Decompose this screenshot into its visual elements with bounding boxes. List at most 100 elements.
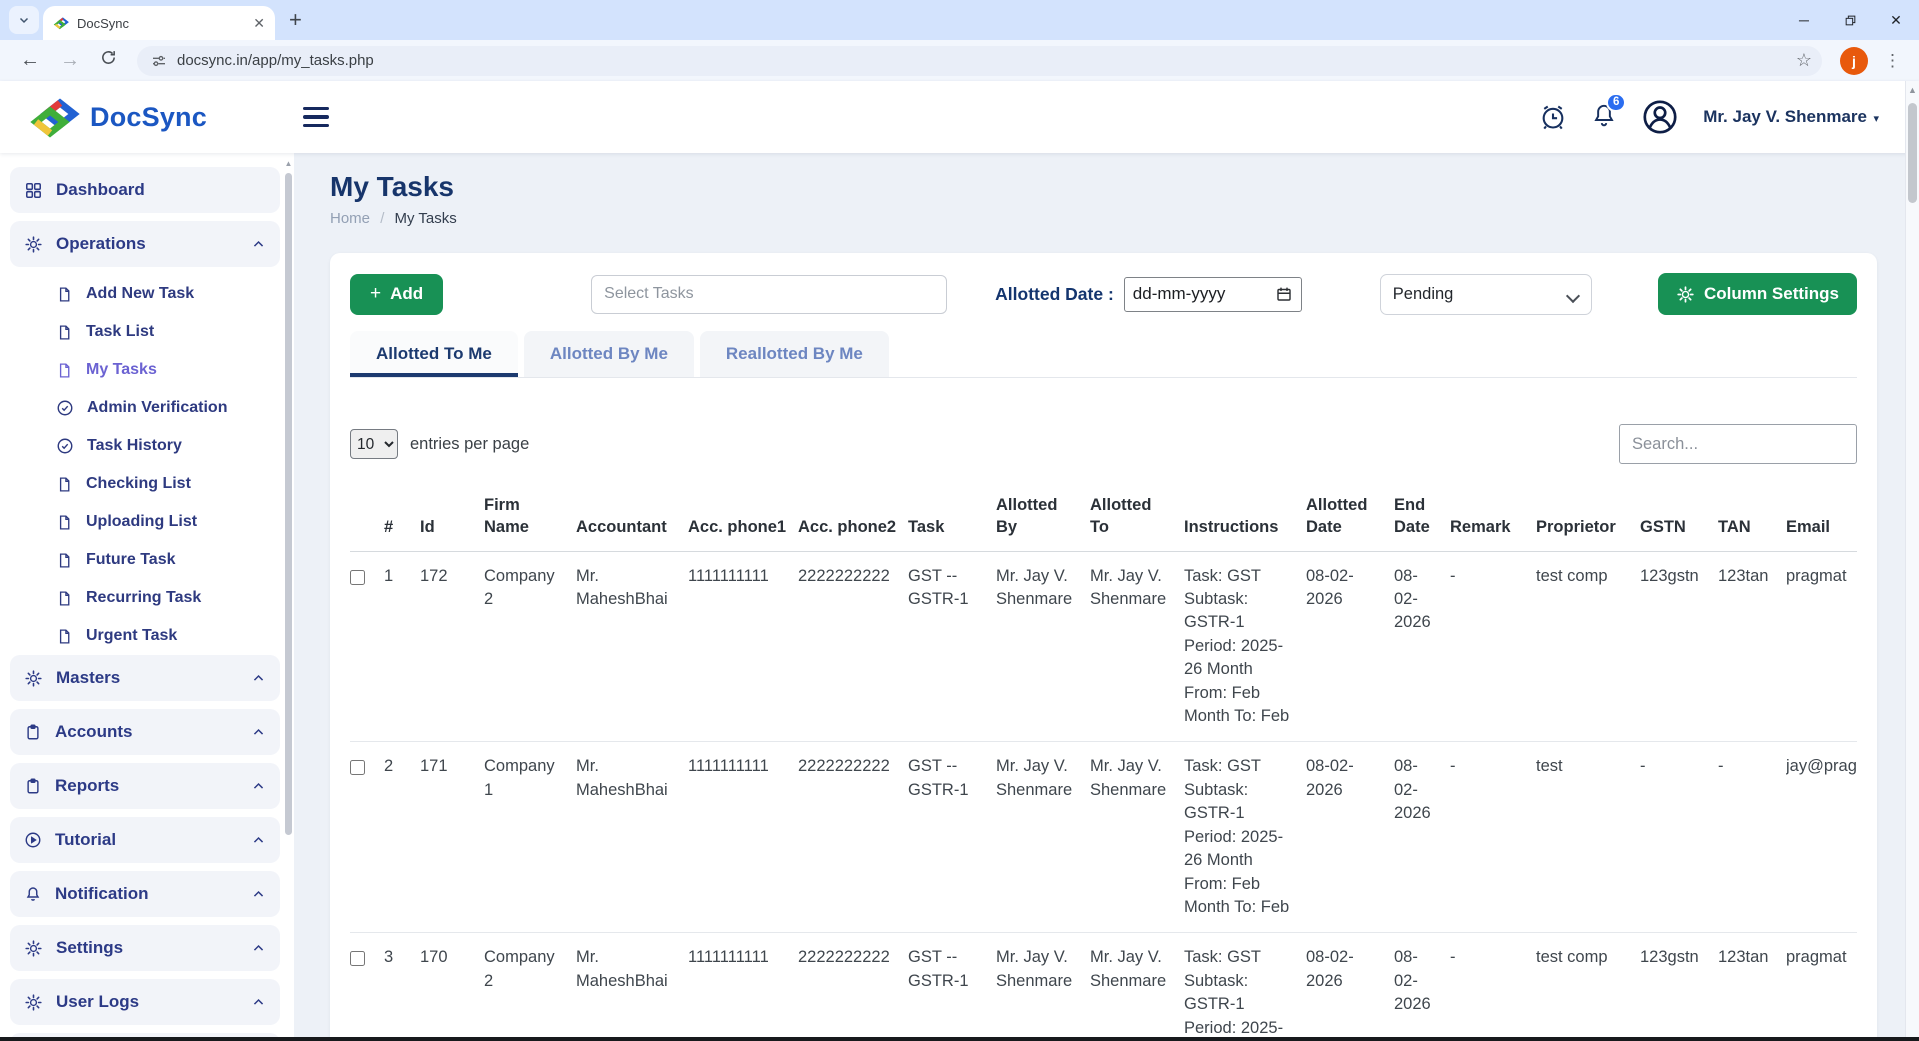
col-header-acc-phone2: Acc. phone2 <box>798 488 908 551</box>
sidebar-item-recurring-task[interactable]: Recurring Task <box>10 579 280 617</box>
breadcrumb-home-link[interactable]: Home <box>330 210 370 227</box>
cell-instructions: Task: GST Subtask: GSTR-1 Period: 2025-2… <box>1184 742 1306 933</box>
page-scrollbar-thumb[interactable] <box>1908 103 1917 203</box>
browser-tabstrip: DocSync ✕ + ─ ✕ <box>0 0 1919 40</box>
forward-icon[interactable]: → <box>52 49 88 72</box>
tab-close-icon[interactable]: ✕ <box>253 15 265 32</box>
plus-icon: + <box>370 283 381 305</box>
calendar-icon[interactable] <box>1275 285 1293 303</box>
browser-menu-icon[interactable]: ⋮ <box>1878 51 1907 71</box>
sidebar-item-masters[interactable]: Masters <box>10 655 280 701</box>
browser-tab[interactable]: DocSync ✕ <box>43 6 275 40</box>
select-tasks-input[interactable] <box>591 275 947 314</box>
tab-allotted-by-me[interactable]: Allotted By Me <box>524 331 694 377</box>
sidebar-item-checking-list[interactable]: Checking List <box>10 465 280 503</box>
window-minimize-button[interactable]: ─ <box>1781 0 1827 40</box>
reload-icon[interactable] <box>92 49 125 72</box>
col-header-remark: Remark <box>1450 488 1536 551</box>
window-maximize-button[interactable] <box>1827 0 1873 40</box>
window-close-button[interactable]: ✕ <box>1873 0 1919 40</box>
alarm-clock-icon[interactable] <box>1539 103 1567 131</box>
notification-badge: 6 <box>1606 93 1626 112</box>
cell-phone1: 1111111111 <box>688 933 798 1041</box>
column-settings-button[interactable]: Column Settings <box>1658 273 1857 315</box>
cell-end_date: 08-02-2026 <box>1394 551 1450 742</box>
sidebar-item-add-new-task[interactable]: Add New Task <box>10 275 280 313</box>
tab-allotted-to-me[interactable]: Allotted To Me <box>350 331 518 377</box>
file-icon <box>56 324 73 341</box>
docsync-logo-icon <box>28 95 80 139</box>
cell-instructions: Task: GST Subtask: GSTR-1 Period: 2025-2… <box>1184 551 1306 742</box>
user-menu[interactable]: Mr. Jay V. Shenmare ▾ <box>1703 107 1879 127</box>
sidebar-item-admin-verification[interactable]: Admin Verification <box>10 389 280 427</box>
cell-accountant: Mr. MaheshBhai <box>576 551 688 742</box>
cell-proprietor: test comp <box>1536 933 1640 1041</box>
grid-icon <box>24 181 43 200</box>
sidebar-item-task-history[interactable]: Task History <box>10 427 280 465</box>
sidebar-item-notification[interactable]: Notification <box>10 871 280 917</box>
sidebar-item-future-task[interactable]: Future Task <box>10 541 280 579</box>
page-size-select[interactable]: 10 <box>350 429 398 459</box>
allotted-date-input[interactable]: dd-mm-yyyy <box>1124 277 1302 312</box>
tab-search-button[interactable] <box>9 6 39 34</box>
sidebar-item-reports[interactable]: Reports <box>10 763 280 809</box>
notifications-button[interactable]: 6 <box>1591 102 1617 133</box>
hamburger-menu-icon[interactable] <box>303 107 329 127</box>
bookmark-star-icon[interactable]: ☆ <box>1796 50 1812 71</box>
cell-end_date: 08-02-2026 <box>1394 742 1450 933</box>
sidebar-item-task-list[interactable]: Task List <box>10 313 280 351</box>
brand[interactable]: DocSync <box>28 95 207 139</box>
cell-gstn: 123gstn <box>1640 933 1718 1041</box>
back-icon[interactable]: ← <box>12 49 48 72</box>
col-header-item: # <box>384 488 420 551</box>
sidebar-item-settings[interactable]: Settings <box>10 925 280 971</box>
search-input[interactable] <box>1619 424 1857 464</box>
cell-allotted_by: Mr. Jay V. Shenmare <box>996 933 1090 1041</box>
sidebar-item-label: Settings <box>56 938 123 958</box>
file-icon <box>56 628 73 645</box>
cell-end_date: 08-02-2026 <box>1394 933 1450 1041</box>
cell-gstn: 123gstn <box>1640 551 1718 742</box>
sidebar-item-uploading-list[interactable]: Uploading List <box>10 503 280 541</box>
sidebar-item-label: Future Task <box>86 551 176 569</box>
cell-tan: - <box>1718 742 1786 933</box>
cell-task: GST -- GSTR-1 <box>908 551 996 742</box>
cell-remark: - <box>1450 551 1536 742</box>
row-checkbox[interactable] <box>350 570 365 585</box>
row-checkbox[interactable] <box>350 951 365 966</box>
cell-tan: 123tan <box>1718 933 1786 1041</box>
scroll-up-icon: ▲ <box>284 157 293 171</box>
add-button[interactable]: + Add <box>350 274 443 315</box>
cell-firm: Company 2 <box>484 933 576 1041</box>
page-scrollbar[interactable]: ▲ <box>1905 81 1919 1041</box>
sidebar-item-label: Tutorial <box>55 830 116 850</box>
site-info-icon[interactable] <box>151 53 167 69</box>
sidebar-item-urgent-task[interactable]: Urgent Task <box>10 617 280 655</box>
cell-gstn: - <box>1640 742 1718 933</box>
sidebar-item-user-logs[interactable]: User Logs <box>10 979 280 1025</box>
user-avatar-icon[interactable] <box>1641 98 1679 136</box>
sidebar-item-dashboard[interactable]: Dashboard <box>10 167 280 213</box>
browser-profile-avatar[interactable]: j <box>1840 47 1868 75</box>
sidebar-item-my-tasks[interactable]: My Tasks <box>10 351 280 389</box>
sidebar-scrollbar[interactable]: ▲ <box>284 157 293 1037</box>
sidebar-item-accounts[interactable]: Accounts <box>10 709 280 755</box>
tab-reallotted-by-me[interactable]: Reallotted By Me <box>700 331 889 377</box>
gear-icon <box>24 993 43 1012</box>
row-checkbox[interactable] <box>350 760 365 775</box>
sidebar-item-tutorial[interactable]: Tutorial <box>10 817 280 863</box>
col-header-proprietor: Proprietor <box>1536 488 1640 551</box>
sidebar-scrollbar-thumb[interactable] <box>285 173 292 835</box>
sidebar-item-label: Dashboard <box>56 180 145 200</box>
sidebar-item-operations[interactable]: Operations <box>10 221 280 267</box>
status-filter-select[interactable]: Pending <box>1380 274 1592 315</box>
col-header-email: Email <box>1786 488 1857 551</box>
new-tab-button[interactable]: + <box>289 9 302 31</box>
cell-proprietor: test comp <box>1536 551 1640 742</box>
cell-id: 170 <box>420 933 484 1041</box>
gear-icon <box>1676 285 1695 304</box>
cell-accountant: Mr. MaheshBhai <box>576 933 688 1041</box>
cell-allotted_to: Mr. Jay V. Shenmare <box>1090 551 1184 742</box>
url-bar[interactable]: docsync.in/app/my_tasks.php ☆ <box>137 46 1822 76</box>
cell-phone2: 2222222222 <box>798 742 908 933</box>
